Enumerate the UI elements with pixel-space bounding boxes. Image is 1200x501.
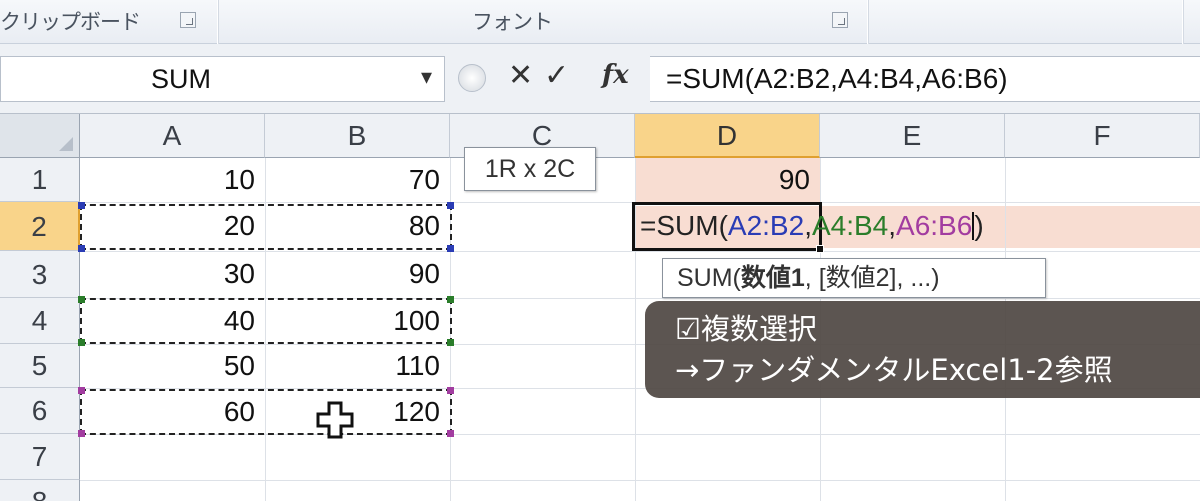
column-header-a[interactable]: A [80,114,265,158]
annotation-caption: ☑複数選択 →ファンダメンタルExcel1-2参照 [645,301,1200,398]
cell-a1[interactable]: 10 [80,164,265,196]
range-handle[interactable] [447,339,454,346]
ribbon-group-font: フォント [220,0,865,44]
column-header-d[interactable]: D [635,114,820,158]
annotation-line-1: ☑複数選択 [675,312,817,346]
range-handle[interactable] [78,387,85,394]
row-header-3[interactable]: 3 [0,251,80,298]
formula-bar: SUM ▾ ✕ ✓ fx =SUM(A2:B2,A4:B4,A6:B6) [0,44,1200,114]
name-box[interactable]: SUM ▾ [0,56,445,102]
ribbon-group-label-font: フォント [472,10,553,34]
cell-b1[interactable]: 70 [265,164,450,196]
formula-sep: , [804,210,812,241]
range-handle[interactable] [78,296,85,303]
ribbon-divider [217,0,219,44]
range-marquee-a4-b4 [78,296,454,346]
cell-d1[interactable]: 90 [635,164,820,196]
range-handle[interactable] [447,296,454,303]
formula-prefix: =SUM( [640,210,728,241]
column-header-f[interactable]: F [1005,114,1200,158]
range-handle[interactable] [78,339,85,346]
annotation-line-2: →ファンダメンタルExcel1-2参照 [675,353,1113,387]
tooltip-function[interactable]: SUM( [677,264,741,292]
chevron-down-icon[interactable]: ▾ [421,65,432,90]
ribbon: クリップボード フォント [0,0,1200,44]
range-marquee-a6-b6 [78,387,454,437]
range-handle[interactable] [447,387,454,394]
ribbon-group-label-clipboard: クリップボード [0,10,141,34]
cell-b3[interactable]: 90 [265,258,450,290]
cell-a5[interactable]: 50 [80,350,265,382]
selection-size-tooltip: 1R x 2C [464,147,596,191]
gridline [80,251,1200,252]
ribbon-divider [1182,0,1184,44]
range-handle[interactable] [78,430,85,437]
tooltip-rest: , [数値2], ...) [804,264,940,292]
formula-input[interactable]: =SUM(A2:B2,A4:B4,A6:B6) [650,56,1200,102]
ribbon-divider [867,0,869,44]
range-handle[interactable] [78,245,85,252]
row-header-6[interactable]: 6 [0,388,80,434]
formula-ref-2: A4:B4 [811,210,889,241]
cell-a3[interactable]: 30 [80,258,265,290]
cell-b5[interactable]: 110 [265,350,450,382]
row-header-7[interactable]: 7 [0,434,80,480]
cancel-icon[interactable]: ✕ [508,58,533,93]
range-handle[interactable] [447,245,454,252]
formula-ref-3: A6:B6 [896,210,973,241]
range-handle[interactable] [447,202,454,209]
cross-cursor-icon [316,401,354,439]
column-header-e[interactable]: E [820,114,1005,158]
formula-buttons: ✕ ✓ fx [452,56,644,102]
dialog-launcher-icon[interactable] [180,12,196,28]
range-handle[interactable] [447,430,454,437]
column-header-b[interactable]: B [265,114,450,158]
formula-text: =SUM(A2:B2,A4:B4,A6:B6) [666,63,1008,94]
formula-ref-1: A2:B2 [727,210,805,241]
enter-icon[interactable]: ✓ [544,58,569,93]
formula-sep: , [888,210,897,241]
insert-function-icon[interactable]: fx [602,60,629,90]
range-marquee-a2-b2 [78,202,454,252]
row-header-5[interactable]: 5 [0,344,80,388]
ribbon-group-clipboard: クリップボード [0,0,215,44]
name-box-value: SUM [151,64,211,94]
row-header-1[interactable]: 1 [0,158,80,202]
range-handle[interactable] [78,202,85,209]
dialog-launcher-icon[interactable] [832,12,848,28]
resize-handle-icon[interactable] [458,64,486,92]
cell-edit-formula[interactable]: =SUM(A2:B2,A4:B4,A6:B6) [640,210,984,242]
row-header-8[interactable]: 8 [0,480,80,501]
tooltip-current-arg: 数値1 [740,264,805,292]
row-header-4[interactable]: 4 [0,298,80,344]
gridline [80,480,1200,481]
function-argument-tooltip: SUM(数値1, [数値2], ...) [662,258,1046,298]
formula-suffix: ) [974,210,984,241]
select-all-button[interactable] [0,114,80,158]
fill-handle[interactable] [816,245,824,253]
worksheet-grid[interactable]: A B C D E F 1 2 3 4 5 6 7 8 10 70 20 80 … [0,114,1200,501]
row-header-2[interactable]: 2 [0,202,80,251]
